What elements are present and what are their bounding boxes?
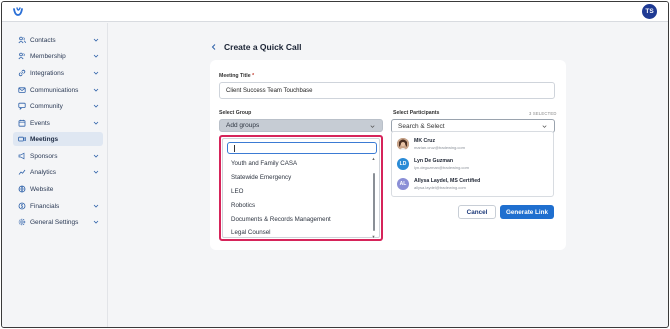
select-group-dropdown[interactable]: Add groups xyxy=(219,119,383,132)
dropdown-option[interactable]: Youth and Family CASA xyxy=(231,160,297,167)
chat-icon xyxy=(18,102,26,110)
chevron-down-icon xyxy=(93,54,99,58)
selected-participants-list: MK Cruz marian.cruz@tradewing.com LD Lyn… xyxy=(391,131,554,197)
sidebar-item-label: Meetings xyxy=(30,135,59,143)
text-cursor xyxy=(234,145,235,152)
participant-email: marian.cruz@tradewing.com xyxy=(414,145,465,150)
sidebar-item-contacts[interactable]: Contacts xyxy=(13,33,103,47)
dropdown-option[interactable]: LEO xyxy=(231,188,243,195)
select-participants-label: Select Participants xyxy=(393,110,440,116)
megaphone-icon xyxy=(18,152,25,160)
dropdown-option[interactable]: Legal Counsel xyxy=(231,229,271,236)
user-avatar[interactable]: TS xyxy=(642,4,657,19)
sidebar-item-label: Events xyxy=(30,119,50,127)
sidebar: Contacts Membership Integrations Communi… xyxy=(2,23,108,327)
participant-name: Allysa Laydel, MS Certified xyxy=(414,178,481,184)
sidebar-item-website[interactable]: Website xyxy=(13,182,103,196)
sidebar-item-label: Contacts xyxy=(30,36,56,44)
sidebar-item-communications[interactable]: Communications xyxy=(13,83,103,97)
dropdown-option[interactable]: Documents & Records Management xyxy=(231,216,331,223)
participant-name: Lyn De Guzman xyxy=(414,158,454,164)
participant-email: allysa.laydel@tradewing.com xyxy=(414,185,466,190)
sidebar-item-events[interactable]: Events xyxy=(13,116,103,130)
scroll-down-arrow-icon[interactable]: ▼ xyxy=(371,235,376,239)
selected-count: 3 SELECTED xyxy=(529,111,557,116)
chevron-down-icon xyxy=(370,125,375,128)
globe-icon xyxy=(18,185,26,193)
avatar: LD xyxy=(397,158,409,170)
main-content: Create a Quick Call Meeting Title * Clie… xyxy=(109,23,668,327)
scroll-up-arrow-icon[interactable]: ▲ xyxy=(371,157,376,161)
sidebar-item-financials[interactable]: Financials xyxy=(13,199,103,213)
chevron-down-icon xyxy=(93,204,99,208)
video-icon xyxy=(18,136,26,142)
participant-item[interactable]: AL Allysa Laydel, MS Certified allysa.la… xyxy=(397,177,547,193)
back-chevron-icon[interactable] xyxy=(210,43,218,51)
link-icon xyxy=(18,69,26,77)
chevron-down-icon xyxy=(542,125,547,128)
dropdown-search-input[interactable] xyxy=(227,142,377,154)
sidebar-item-sponsors[interactable]: Sponsors xyxy=(13,149,103,163)
profile-photo-icon xyxy=(397,138,409,150)
sidebar-item-label: Analytics xyxy=(30,168,57,176)
select-group-label: Select Group xyxy=(219,110,252,116)
gear-icon xyxy=(18,218,26,226)
sidebar-item-meetings[interactable]: Meetings xyxy=(13,132,103,146)
sidebar-item-integrations[interactable]: Integrations xyxy=(13,66,103,80)
sidebar-item-community[interactable]: Community xyxy=(13,99,103,113)
participant-item[interactable]: LD Lyn De Guzman lyn.deguzman@tradewing.… xyxy=(397,157,547,173)
generate-link-button[interactable]: Generate Link xyxy=(500,205,554,219)
dropdown-option[interactable]: Statewide Emergency xyxy=(231,174,291,181)
select-group-value: Add groups xyxy=(226,122,260,129)
sidebar-item-label: Integrations xyxy=(30,69,64,77)
chevron-down-icon xyxy=(93,170,99,174)
chevron-down-icon xyxy=(93,38,99,42)
dropdown-panel: Youth and Family CASA Statewide Emergenc… xyxy=(222,138,380,239)
app-window: TS Contacts Membership Integrations Comm… xyxy=(1,1,669,328)
scrollbar-thumb[interactable] xyxy=(372,173,375,231)
dollar-icon xyxy=(18,202,26,210)
cancel-button[interactable]: Cancel xyxy=(458,205,496,219)
participant-email: lyn.deguzman@tradewing.com xyxy=(414,165,469,170)
search-select-placeholder: Search & Select xyxy=(398,122,445,130)
top-bar: TS xyxy=(2,2,668,22)
people-icon xyxy=(18,52,25,60)
sidebar-item-general-settings[interactable]: General Settings xyxy=(13,215,103,229)
brand-logo-icon[interactable] xyxy=(12,6,24,18)
people-icon xyxy=(18,36,26,44)
dropdown-option[interactable]: Robotics xyxy=(231,202,255,209)
sidebar-item-label: Sponsors xyxy=(30,152,58,160)
sidebar-item-label: Membership xyxy=(30,52,66,60)
sidebar-item-label: Communications xyxy=(30,86,79,94)
chevron-down-icon xyxy=(93,88,99,92)
chevron-down-icon xyxy=(93,154,99,158)
sidebar-item-membership[interactable]: Membership xyxy=(13,49,103,63)
calendar-icon xyxy=(18,119,26,127)
page-title: Create a Quick Call xyxy=(224,42,302,52)
chevron-down-icon xyxy=(93,71,99,75)
participant-item[interactable]: MK Cruz marian.cruz@tradewing.com xyxy=(397,137,547,153)
chevron-down-icon xyxy=(93,220,99,224)
sidebar-item-label: Financials xyxy=(30,202,60,210)
chevron-down-icon xyxy=(93,121,99,125)
chart-icon xyxy=(18,169,26,175)
meeting-title-label: Meeting Title * xyxy=(219,73,255,79)
group-dropdown-list: Youth and Family CASA Statewide Emergenc… xyxy=(219,135,383,241)
sidebar-item-label: Community xyxy=(30,102,63,110)
envelope-icon xyxy=(18,87,26,93)
chevron-down-icon xyxy=(93,104,99,108)
meeting-title-input[interactable]: Client Success Team Touchbase xyxy=(219,82,555,99)
sidebar-item-label: Website xyxy=(30,185,54,193)
sidebar-item-label: General Settings xyxy=(30,218,79,226)
avatar xyxy=(397,138,409,150)
participant-name: MK Cruz xyxy=(414,138,436,144)
sidebar-item-analytics[interactable]: Analytics xyxy=(13,165,103,179)
avatar: AL xyxy=(397,178,409,190)
